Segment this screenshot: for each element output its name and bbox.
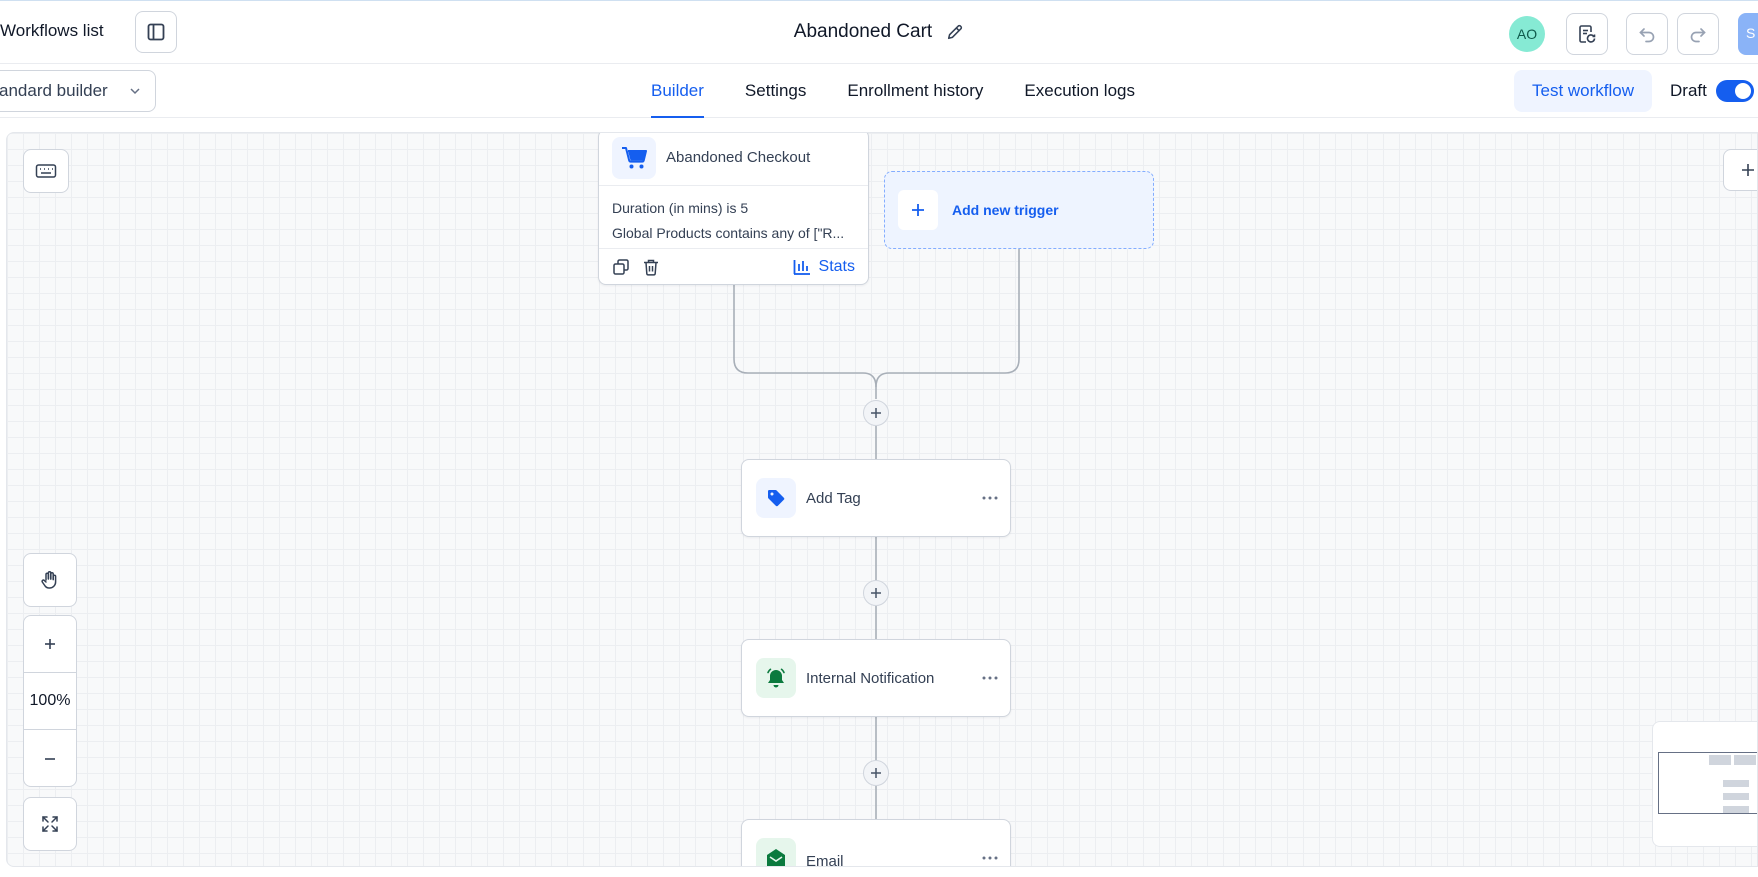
more-horizontal-icon — [982, 676, 998, 680]
plus-icon — [871, 768, 881, 778]
redo-button[interactable] — [1677, 13, 1719, 55]
trigger-title: Abandoned Checkout — [666, 149, 811, 166]
action-icon-tile — [756, 478, 796, 518]
sidebar-icon — [147, 23, 165, 41]
trigger-conditions: Duration (in mins) is 5 Global Products … — [599, 186, 868, 249]
plus-icon — [1742, 164, 1754, 176]
tab-enrollment-history[interactable]: Enrollment history — [847, 64, 983, 118]
tab-execution-logs[interactable]: Execution logs — [1024, 64, 1135, 118]
add-trigger-icon-tile — [898, 190, 938, 230]
tag-icon — [768, 490, 785, 507]
chevron-down-icon — [130, 88, 140, 95]
stats-label: Stats — [818, 258, 855, 275]
workflow-name: Abandoned Cart — [793, 21, 933, 42]
bar-chart-icon — [793, 260, 810, 275]
zoom-level-value: 100% — [29, 692, 71, 709]
redo-icon — [1690, 28, 1706, 43]
version-history-button[interactable] — [1566, 13, 1608, 55]
action-icon-tile — [756, 838, 796, 866]
trigger-icon-tile — [612, 136, 656, 179]
add-node-panel-button[interactable] — [1723, 149, 1757, 191]
action-title: Internal Notification — [806, 669, 935, 687]
minimap[interactable] — [1652, 721, 1757, 847]
more-menu-button[interactable] — [970, 856, 1010, 860]
plus-icon — [871, 408, 881, 418]
cart-icon — [622, 146, 647, 168]
trigger-card-header: Abandoned Checkout — [599, 133, 868, 186]
tab-bar: Builder Settings Enrollment history Exec… — [651, 64, 1135, 118]
workflow-canvas[interactable]: 100% Abandoned Checkout Duration (in min… — [6, 132, 1758, 867]
tab-settings[interactable]: Settings — [745, 64, 806, 118]
document-refresh-icon — [1579, 25, 1596, 43]
pan-mode-button[interactable] — [23, 553, 77, 607]
zoom-in-button[interactable] — [24, 616, 76, 673]
more-menu-button[interactable] — [970, 676, 1010, 680]
avatar[interactable]: AO — [1509, 16, 1545, 52]
fit-view-button[interactable] — [23, 797, 77, 851]
plus-icon — [45, 639, 55, 649]
action-title: Email — [806, 852, 844, 867]
add-trigger-button[interactable]: Add new trigger — [884, 171, 1154, 249]
more-horizontal-icon — [982, 496, 998, 500]
action-icon-tile — [756, 658, 796, 698]
email-icon — [767, 849, 785, 866]
trigger-card[interactable]: Abandoned Checkout Duration (in mins) is… — [598, 133, 869, 285]
trigger-condition: Duration (in mins) is 5 — [612, 200, 749, 216]
trigger-condition: Global Products contains any of ["R... — [612, 225, 845, 241]
add-step-button[interactable] — [863, 580, 889, 606]
publish-toggle[interactable] — [1716, 80, 1754, 102]
zoom-controls: 100% — [23, 615, 77, 787]
add-step-button[interactable] — [863, 760, 889, 786]
pencil-icon[interactable] — [946, 23, 964, 41]
copy-icon[interactable] — [612, 258, 630, 276]
tab-builder[interactable]: Builder — [651, 64, 704, 118]
save-button[interactable]: S — [1738, 13, 1758, 55]
hand-icon — [41, 571, 57, 589]
zoom-out-button[interactable] — [24, 730, 76, 787]
trash-icon[interactable] — [642, 258, 660, 276]
keyboard-icon — [35, 164, 57, 178]
expand-icon — [42, 816, 58, 832]
trigger-card-footer: Stats — [599, 249, 868, 285]
top-bar: Workflows list Abandoned Cart AO S — [0, 0, 1758, 64]
plus-icon — [912, 204, 924, 216]
status-label: Draft — [1670, 81, 1707, 100]
minus-icon — [45, 757, 55, 760]
plus-icon — [871, 588, 881, 598]
more-menu-button[interactable] — [970, 496, 1010, 500]
more-horizontal-icon — [982, 856, 998, 860]
builder-subbar: andard builder Builder Settings Enrollme… — [0, 64, 1758, 118]
toggle-sidebar-button[interactable] — [135, 11, 177, 53]
builder-mode-value: andard builder — [0, 81, 108, 100]
builder-mode-select[interactable]: andard builder — [0, 70, 156, 112]
stats-link[interactable]: Stats — [793, 258, 855, 276]
action-card-internal-notification[interactable]: Internal Notification — [741, 639, 1011, 717]
add-trigger-label: Add new trigger — [952, 202, 1059, 218]
toggle-knob — [1735, 83, 1751, 99]
action-title: Add Tag — [806, 489, 861, 507]
undo-button[interactable] — [1626, 13, 1668, 55]
action-card-add-tag[interactable]: Add Tag — [741, 459, 1011, 537]
keyboard-shortcuts-button[interactable] — [23, 149, 69, 193]
add-step-button[interactable] — [863, 400, 889, 426]
zoom-level: 100% — [24, 673, 76, 730]
workflows-list-link[interactable]: Workflows list — [0, 21, 104, 41]
bell-icon — [767, 668, 785, 688]
action-card-email[interactable]: Email — [741, 819, 1011, 867]
test-workflow-button[interactable]: Test workflow — [1514, 70, 1652, 112]
undo-icon — [1639, 28, 1655, 43]
